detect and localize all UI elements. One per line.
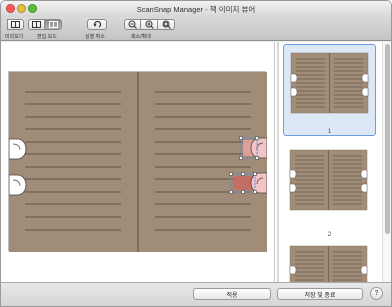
edit-mode-segmented-control bbox=[28, 19, 62, 31]
title-bar: ScanSnap Manager - 책 이미지 뷰어 bbox=[1, 1, 391, 17]
page-view-button[interactable] bbox=[28, 19, 45, 30]
help-button[interactable]: ? bbox=[370, 287, 383, 300]
right-finger-1-highlighted bbox=[243, 137, 268, 159]
preview-mode-button[interactable] bbox=[7, 19, 24, 30]
thumbnail-sidebar: 1 2 bbox=[279, 42, 383, 282]
thumbnail-image-3 bbox=[289, 245, 368, 282]
thumbnail-scrollbar[interactable] bbox=[382, 42, 391, 282]
zoom-segmented-control bbox=[124, 19, 175, 31]
edit-mode-label: 편집 모드 bbox=[37, 34, 57, 40]
app-window: ScanSnap Manager - 책 이미지 뷰어 미리보기 편집 모드 실… bbox=[0, 0, 392, 307]
edit-page-icon bbox=[48, 21, 58, 28]
main-view-area bbox=[1, 42, 277, 282]
zoom-in-icon bbox=[145, 20, 154, 29]
book-image bbox=[8, 72, 268, 252]
view-mode-label: 미리보기 bbox=[5, 34, 24, 40]
fit-window-icon bbox=[162, 20, 171, 29]
left-finger-1 bbox=[8, 138, 27, 160]
thumbnail-image-2 bbox=[289, 149, 368, 211]
undo-icon bbox=[93, 21, 101, 28]
undo-label: 실행 취소 bbox=[85, 34, 105, 40]
undo-control bbox=[87, 19, 107, 31]
thumbnail-page-number-1: 1 bbox=[327, 129, 332, 135]
thumbnail-page-3[interactable] bbox=[283, 244, 376, 282]
scrollbar-thumb[interactable] bbox=[385, 44, 390, 234]
thumbnail-page-2[interactable]: 2 bbox=[283, 146, 376, 238]
zoom-label: 축소/확대 bbox=[131, 34, 151, 40]
thumbnail-page-number-2: 2 bbox=[327, 232, 332, 238]
book-image-canvas[interactable] bbox=[8, 71, 268, 252]
apply-button[interactable]: 적용 bbox=[193, 288, 271, 300]
bottom-bar: 적용 저장 및 종료 ? bbox=[1, 282, 391, 306]
zoom-out-button[interactable] bbox=[124, 19, 141, 30]
thumbnail-page-1[interactable]: 1 bbox=[283, 44, 376, 136]
left-finger-2 bbox=[8, 174, 27, 196]
edit-mode-button[interactable] bbox=[45, 19, 62, 30]
zoom-in-button[interactable] bbox=[141, 19, 158, 30]
thumbnail-image-1 bbox=[290, 52, 369, 114]
save-and-exit-button[interactable]: 저장 및 종료 bbox=[277, 288, 363, 300]
right-finger-2-highlighted bbox=[233, 172, 268, 194]
toolbar: 미리보기 편집 모드 실행 취소 축소/확대 bbox=[1, 17, 391, 41]
book-icon bbox=[32, 21, 41, 28]
preview-icon bbox=[11, 21, 20, 28]
fit-window-button[interactable] bbox=[158, 19, 175, 30]
window-title: ScanSnap Manager - 책 이미지 뷰어 bbox=[136, 5, 256, 14]
view-mode-segmented-control bbox=[7, 19, 24, 31]
zoom-out-icon bbox=[128, 20, 137, 29]
undo-button[interactable] bbox=[87, 19, 107, 30]
